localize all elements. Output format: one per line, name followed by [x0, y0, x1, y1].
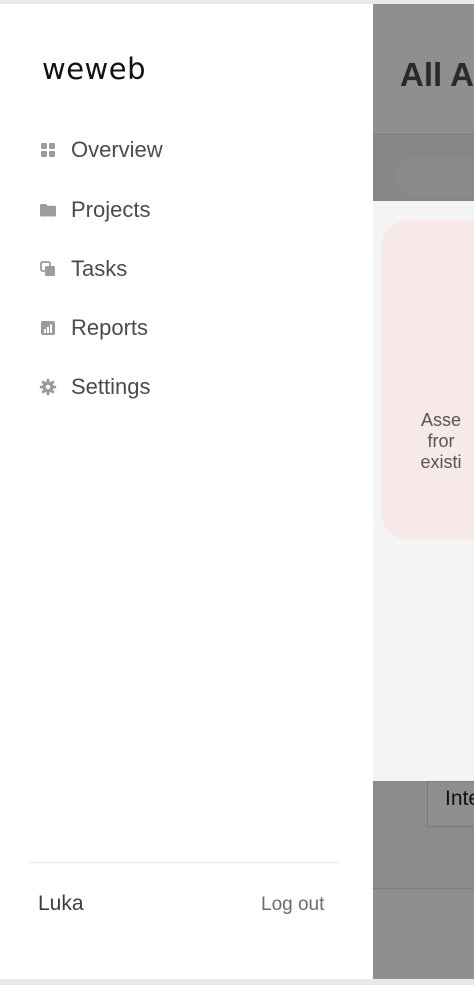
bottom-border	[0, 979, 474, 985]
toolbar-band	[373, 135, 474, 201]
sidebar-item-label: Reports	[71, 315, 149, 340]
gear-icon	[38, 377, 58, 397]
sidebar-item-overview[interactable]: Overview	[38, 132, 338, 168]
sidebar-item-label: Projects	[71, 197, 151, 222]
sidebar-item-projects[interactable]: Projects	[38, 192, 338, 228]
app-frame: All A Asse fror existi Inte weweb	[0, 0, 474, 985]
grid-icon	[38, 140, 58, 160]
sidebar-item-label: Settings	[71, 374, 151, 399]
search-pill	[395, 157, 474, 197]
sidebar-item-reports[interactable]: Reports	[38, 310, 338, 346]
sidebar-item-label: Overview	[71, 137, 163, 162]
copy-icon	[38, 259, 58, 279]
dimmed-main-content[interactable]: All A Asse fror existi Inte	[373, 4, 474, 979]
user-name: Luka	[38, 892, 84, 915]
logout-link[interactable]: Log out	[261, 894, 324, 916]
bar-chart-icon	[38, 318, 58, 338]
weweb-logo[interactable]: weweb	[42, 52, 146, 86]
folder-icon	[38, 200, 58, 220]
empty-state-text: Asse fror existi	[381, 410, 474, 473]
empty-state-line-3: existi	[420, 452, 462, 472]
lower-divider	[373, 888, 474, 889]
lower-label: Inte	[445, 787, 474, 810]
sidebar-item-tasks[interactable]: Tasks	[38, 251, 338, 287]
sidebar-item-label: Tasks	[71, 256, 128, 281]
sidebar-divider	[28, 862, 340, 863]
empty-state-line-2: fror	[427, 431, 455, 451]
empty-state-line-1: Asse	[420, 410, 462, 430]
sidebar-item-settings[interactable]: Settings	[38, 369, 338, 405]
empty-state-card: Asse fror existi	[381, 220, 474, 540]
sidebar-drawer: weweb Overview Projects Tasks Reports Se…	[0, 4, 373, 979]
page-title: All A	[400, 56, 474, 93]
